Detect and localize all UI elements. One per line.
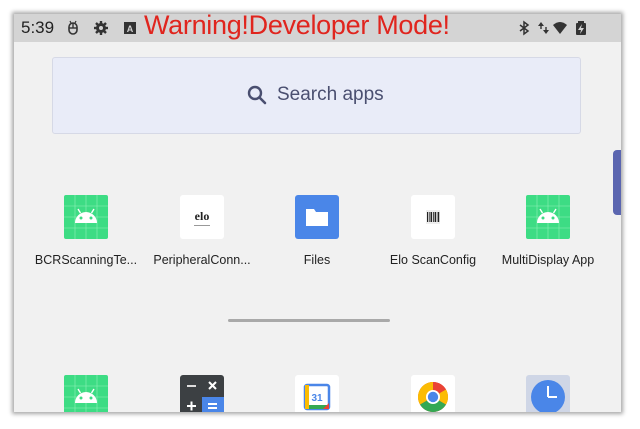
developer-mode-warning: Warning!Developer Mode!: [144, 14, 450, 40]
chrome-icon: [411, 375, 455, 412]
data-arrows-icon: [538, 22, 549, 34]
search-apps-bar[interactable]: Search apps: [52, 57, 581, 134]
calculator-icon: [180, 375, 224, 412]
svg-text:elo: elo: [195, 209, 210, 223]
bluetooth-icon: [519, 20, 530, 36]
status-bar: 5:39 A Warning!Developer Mode!: [14, 14, 621, 42]
elo-logo-icon: elo: [180, 195, 224, 239]
clock-icon: [526, 375, 570, 412]
android-icon: [64, 195, 108, 239]
android-icon: [64, 375, 108, 412]
svg-text:A: A: [127, 24, 134, 34]
app-label: Files: [303, 253, 331, 267]
usb-debug-icon: [68, 20, 78, 35]
device-screen: 5:39 A Warning!Developer Mode! Search ap…: [14, 14, 621, 412]
app-label: Elo ScanConfig: [389, 253, 477, 267]
a-box-icon: A: [124, 22, 136, 34]
app-label: BCRScanningTe...: [34, 253, 138, 267]
scrollbar-thumb[interactable]: [613, 150, 621, 215]
calendar-icon: 31: [295, 375, 339, 412]
section-divider: [228, 319, 390, 322]
search-icon: [247, 85, 267, 105]
android-icon: [526, 195, 570, 239]
gear-icon: [94, 21, 108, 35]
svg-text:31: 31: [311, 393, 323, 404]
app-label: MultiDisplay App: [501, 253, 595, 267]
folder-icon: [295, 195, 339, 239]
battery-charging-icon: [576, 21, 586, 35]
wifi-icon: [553, 22, 567, 34]
search-placeholder: Search apps: [277, 84, 384, 105]
barcode-icon: [411, 195, 455, 239]
status-time: 5:39: [21, 18, 55, 37]
app-label: PeripheralConn...: [153, 253, 251, 267]
